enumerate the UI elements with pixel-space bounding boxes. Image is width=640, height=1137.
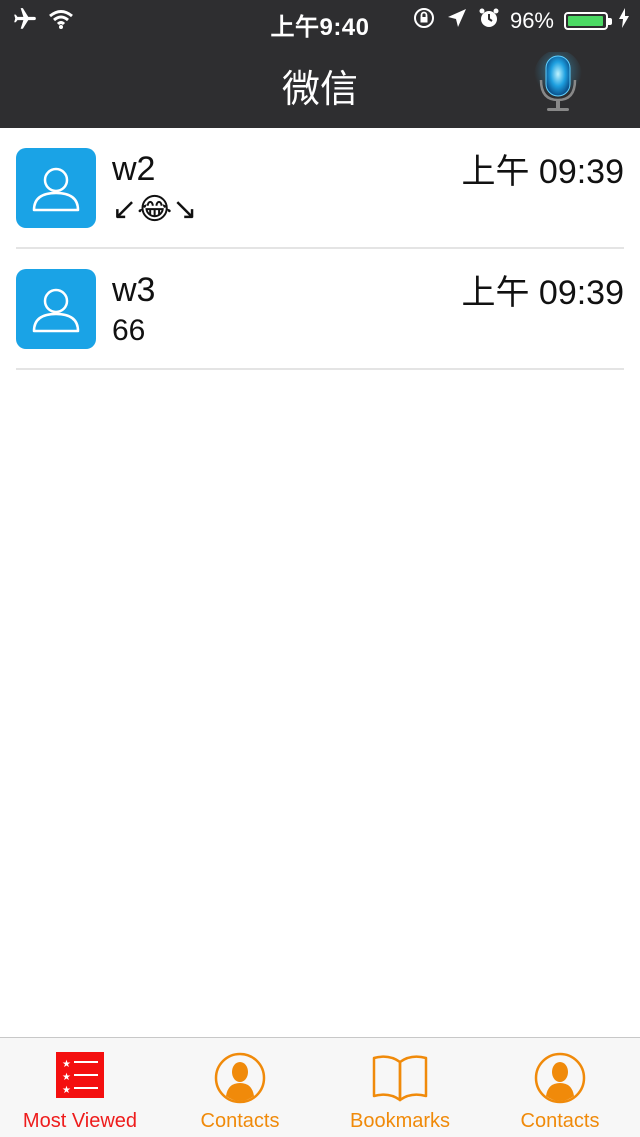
contact-name: w3 (112, 271, 156, 309)
person-icon (16, 288, 96, 353)
tab-bookmarks[interactable]: Bookmarks (320, 1038, 480, 1137)
status-right: 96% (412, 6, 630, 36)
status-bar: 上午9:40 96% (0, 0, 640, 41)
battery-fill (568, 16, 603, 26)
conversation-list: w2 ↙😂↘ 上午 09:39 w3 66 上午 09:39 (0, 128, 640, 370)
tab-label: Bookmarks (349, 1110, 451, 1132)
location-arrow-icon (446, 7, 468, 35)
battery-nub (608, 18, 612, 25)
tab-contacts[interactable]: Contacts (160, 1038, 320, 1137)
tab-label: Contacts (520, 1110, 600, 1132)
top-bar: 上午9:40 96% 微信 (0, 0, 640, 128)
svg-text:★: ★ (62, 1085, 71, 1096)
charging-bolt-icon (618, 7, 630, 35)
list-item[interactable]: w2 ↙😂↘ 上午 09:39 (16, 128, 624, 249)
message-time: 上午 09:39 (461, 274, 624, 312)
contact-person-icon (534, 1052, 586, 1109)
battery-percent: 96% (509, 8, 554, 33)
contact-name: w2 (112, 150, 156, 188)
open-book-icon (371, 1052, 429, 1107)
message-time: 上午 09:39 (461, 153, 624, 191)
message-preview: ↙😂↘ (112, 193, 198, 226)
avatar (16, 148, 96, 228)
alarm-clock-icon (478, 7, 500, 35)
person-icon (16, 167, 96, 232)
most-viewed-list-icon: ★ ★ ★ (56, 1052, 104, 1103)
svg-text:★: ★ (62, 1072, 71, 1083)
contact-person-icon (214, 1052, 266, 1109)
rotation-lock-icon (412, 6, 436, 36)
microphone-icon[interactable] (533, 50, 583, 114)
battery-icon (564, 12, 612, 30)
tab-contacts-2[interactable]: Contacts (480, 1038, 640, 1137)
message-preview: 66 (112, 314, 146, 347)
list-item[interactable]: w3 66 上午 09:39 (16, 249, 624, 370)
tab-label: Most Viewed (22, 1110, 138, 1132)
svg-text:★: ★ (62, 1059, 71, 1070)
avatar (16, 269, 96, 349)
tab-most-viewed[interactable]: ★ ★ ★ Most Viewed (0, 1038, 160, 1137)
tab-bar: ★ ★ ★ Most Viewed Contacts Bookmarks Con… (0, 1037, 640, 1137)
tab-label: Contacts (200, 1110, 280, 1132)
